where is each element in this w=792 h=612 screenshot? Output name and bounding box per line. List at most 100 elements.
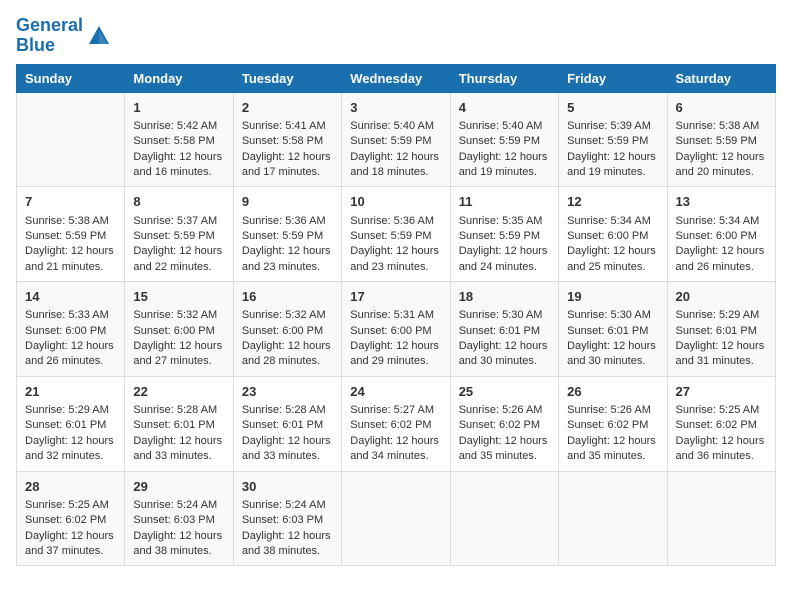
calendar-cell xyxy=(559,471,667,566)
calendar-cell xyxy=(450,471,558,566)
cell-info-line: and 29 minutes. xyxy=(350,354,441,369)
day-number: 29 xyxy=(133,478,224,496)
cell-info-line: Sunrise: 5:24 AM xyxy=(242,498,333,513)
cell-info-line: Sunrise: 5:26 AM xyxy=(567,403,658,418)
calendar-cell: 1Sunrise: 5:42 AMSunset: 5:58 PMDaylight… xyxy=(125,92,233,187)
cell-info-line: Sunrise: 5:40 AM xyxy=(459,119,550,134)
calendar-cell: 30Sunrise: 5:24 AMSunset: 6:03 PMDayligh… xyxy=(233,471,341,566)
header-row: SundayMondayTuesdayWednesdayThursdayFrid… xyxy=(17,64,776,92)
cell-info-line: and 33 minutes. xyxy=(133,449,224,464)
week-row-1: 1Sunrise: 5:42 AMSunset: 5:58 PMDaylight… xyxy=(17,92,776,187)
cell-info-line: Daylight: 12 hours xyxy=(25,339,116,354)
cell-info-line: Sunset: 6:00 PM xyxy=(676,229,767,244)
calendar-cell: 18Sunrise: 5:30 AMSunset: 6:01 PMDayligh… xyxy=(450,282,558,377)
cell-info-line: Daylight: 12 hours xyxy=(133,339,224,354)
cell-info-line: Sunrise: 5:29 AM xyxy=(25,403,116,418)
day-number: 17 xyxy=(350,288,441,306)
cell-info-line: Sunset: 6:00 PM xyxy=(567,229,658,244)
cell-info-line: Daylight: 12 hours xyxy=(459,244,550,259)
calendar-cell: 17Sunrise: 5:31 AMSunset: 6:00 PMDayligh… xyxy=(342,282,450,377)
cell-info-line: Daylight: 12 hours xyxy=(459,434,550,449)
calendar-cell: 23Sunrise: 5:28 AMSunset: 6:01 PMDayligh… xyxy=(233,376,341,471)
cell-info-line: Daylight: 12 hours xyxy=(133,434,224,449)
cell-info-line: Sunset: 5:59 PM xyxy=(676,134,767,149)
cell-info-line: Sunset: 6:01 PM xyxy=(242,418,333,433)
week-row-2: 7Sunrise: 5:38 AMSunset: 5:59 PMDaylight… xyxy=(17,187,776,282)
cell-info-line: Sunset: 6:00 PM xyxy=(133,324,224,339)
day-number: 21 xyxy=(25,383,116,401)
logo-text: General Blue xyxy=(16,16,83,56)
cell-info-line: Sunset: 5:59 PM xyxy=(25,229,116,244)
cell-info-line: Daylight: 12 hours xyxy=(242,150,333,165)
calendar-cell: 25Sunrise: 5:26 AMSunset: 6:02 PMDayligh… xyxy=(450,376,558,471)
page-header: General Blue xyxy=(16,16,776,56)
cell-info-line: Sunrise: 5:35 AM xyxy=(459,214,550,229)
calendar-cell: 5Sunrise: 5:39 AMSunset: 5:59 PMDaylight… xyxy=(559,92,667,187)
cell-info-line: and 23 minutes. xyxy=(350,260,441,275)
cell-info-line: and 37 minutes. xyxy=(25,544,116,559)
cell-info-line: and 26 minutes. xyxy=(676,260,767,275)
cell-info-line: Sunrise: 5:27 AM xyxy=(350,403,441,418)
cell-info-line: Sunrise: 5:33 AM xyxy=(25,308,116,323)
cell-info-line: Daylight: 12 hours xyxy=(25,529,116,544)
cell-info-line: Daylight: 12 hours xyxy=(242,339,333,354)
cell-info-line: Daylight: 12 hours xyxy=(242,529,333,544)
cell-info-line: Sunset: 6:01 PM xyxy=(25,418,116,433)
day-number: 18 xyxy=(459,288,550,306)
cell-info-line: Daylight: 12 hours xyxy=(676,150,767,165)
day-number: 24 xyxy=(350,383,441,401)
cell-info-line: Sunset: 6:02 PM xyxy=(25,513,116,528)
cell-info-line: Sunrise: 5:30 AM xyxy=(567,308,658,323)
header-cell-friday: Friday xyxy=(559,64,667,92)
cell-info-line: Sunrise: 5:32 AM xyxy=(133,308,224,323)
header-cell-sunday: Sunday xyxy=(17,64,125,92)
cell-info-line: Daylight: 12 hours xyxy=(350,434,441,449)
calendar-cell: 24Sunrise: 5:27 AMSunset: 6:02 PMDayligh… xyxy=(342,376,450,471)
cell-info-line: Daylight: 12 hours xyxy=(25,434,116,449)
cell-info-line: Sunrise: 5:36 AM xyxy=(350,214,441,229)
logo-icon xyxy=(85,22,113,50)
cell-info-line: Daylight: 12 hours xyxy=(25,244,116,259)
cell-info-line: Sunrise: 5:28 AM xyxy=(242,403,333,418)
cell-info-line: Sunset: 6:00 PM xyxy=(25,324,116,339)
cell-info-line: Daylight: 12 hours xyxy=(567,339,658,354)
cell-info-line: Sunset: 6:01 PM xyxy=(459,324,550,339)
day-number: 23 xyxy=(242,383,333,401)
cell-info-line: Sunrise: 5:36 AM xyxy=(242,214,333,229)
cell-info-line: Sunset: 6:02 PM xyxy=(567,418,658,433)
calendar-cell: 14Sunrise: 5:33 AMSunset: 6:00 PMDayligh… xyxy=(17,282,125,377)
calendar-cell: 19Sunrise: 5:30 AMSunset: 6:01 PMDayligh… xyxy=(559,282,667,377)
cell-info-line: Sunrise: 5:32 AM xyxy=(242,308,333,323)
cell-info-line: and 35 minutes. xyxy=(459,449,550,464)
cell-info-line: Daylight: 12 hours xyxy=(676,244,767,259)
cell-info-line: Sunrise: 5:28 AM xyxy=(133,403,224,418)
cell-info-line: Daylight: 12 hours xyxy=(567,434,658,449)
calendar-cell: 13Sunrise: 5:34 AMSunset: 6:00 PMDayligh… xyxy=(667,187,775,282)
calendar-cell: 16Sunrise: 5:32 AMSunset: 6:00 PMDayligh… xyxy=(233,282,341,377)
cell-info-line: and 27 minutes. xyxy=(133,354,224,369)
day-number: 20 xyxy=(676,288,767,306)
day-number: 27 xyxy=(676,383,767,401)
day-number: 16 xyxy=(242,288,333,306)
cell-info-line: Sunset: 6:03 PM xyxy=(133,513,224,528)
cell-info-line: Daylight: 12 hours xyxy=(350,339,441,354)
day-number: 25 xyxy=(459,383,550,401)
calendar-cell: 10Sunrise: 5:36 AMSunset: 5:59 PMDayligh… xyxy=(342,187,450,282)
cell-info-line: and 28 minutes. xyxy=(242,354,333,369)
cell-info-line: and 36 minutes. xyxy=(676,449,767,464)
header-cell-saturday: Saturday xyxy=(667,64,775,92)
day-number: 7 xyxy=(25,193,116,211)
calendar-cell: 3Sunrise: 5:40 AMSunset: 5:59 PMDaylight… xyxy=(342,92,450,187)
cell-info-line: and 18 minutes. xyxy=(350,165,441,180)
calendar-cell: 20Sunrise: 5:29 AMSunset: 6:01 PMDayligh… xyxy=(667,282,775,377)
cell-info-line: Sunrise: 5:38 AM xyxy=(25,214,116,229)
cell-info-line: Daylight: 12 hours xyxy=(350,150,441,165)
cell-info-line: Sunrise: 5:25 AM xyxy=(25,498,116,513)
cell-info-line: Sunset: 5:58 PM xyxy=(242,134,333,149)
header-cell-wednesday: Wednesday xyxy=(342,64,450,92)
calendar-cell: 2Sunrise: 5:41 AMSunset: 5:58 PMDaylight… xyxy=(233,92,341,187)
cell-info-line: and 25 minutes. xyxy=(567,260,658,275)
cell-info-line: and 35 minutes. xyxy=(567,449,658,464)
calendar-cell: 22Sunrise: 5:28 AMSunset: 6:01 PMDayligh… xyxy=(125,376,233,471)
calendar-cell: 7 Sunrise: 5:38 AMSunset: 5:59 PMDaylight… xyxy=(17,187,125,282)
